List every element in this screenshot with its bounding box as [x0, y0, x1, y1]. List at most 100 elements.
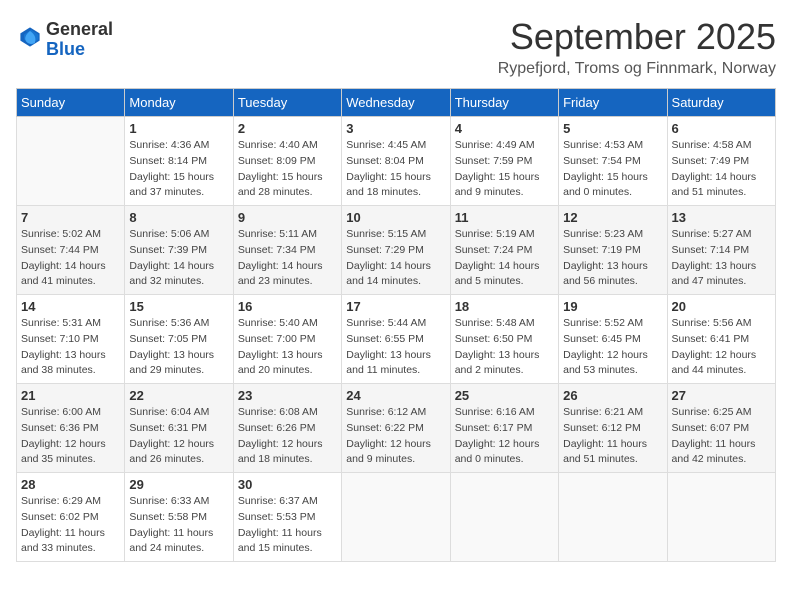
day-number: 27 [672, 388, 771, 403]
calendar-cell: 7 Sunrise: 5:02 AMSunset: 7:44 PMDaylight… [17, 206, 125, 295]
calendar-week-row: 28 Sunrise: 6:29 AMSunset: 6:02 PMDayligh… [17, 473, 776, 562]
calendar-cell: 27 Sunrise: 6:25 AMSunset: 6:07 PMDayligh… [667, 384, 775, 473]
logo-blue: Blue [46, 39, 85, 59]
weekday-header-tuesday: Tuesday [233, 89, 341, 117]
day-number: 15 [129, 299, 228, 314]
day-number: 7 [21, 210, 120, 225]
calendar-cell [667, 473, 775, 562]
weekday-header-sunday: Sunday [17, 89, 125, 117]
day-number: 11 [455, 210, 554, 225]
day-info: Sunrise: 4:40 AMSunset: 8:09 PMDaylight:… [238, 138, 337, 201]
calendar-week-row: 7 Sunrise: 5:02 AMSunset: 7:44 PMDaylight… [17, 206, 776, 295]
location-title: Rypefjord, Troms og Finnmark, Norway [498, 60, 776, 78]
calendar-cell: 20 Sunrise: 5:56 AMSunset: 6:41 PMDayligh… [667, 295, 775, 384]
calendar-cell: 4 Sunrise: 4:49 AMSunset: 7:59 PMDaylight… [450, 117, 558, 206]
calendar-cell: 9 Sunrise: 5:11 AMSunset: 7:34 PMDaylight… [233, 206, 341, 295]
calendar-week-row: 14 Sunrise: 5:31 AMSunset: 7:10 PMDayligh… [17, 295, 776, 384]
day-number: 2 [238, 121, 337, 136]
calendar-table: SundayMondayTuesdayWednesdayThursdayFrid… [16, 88, 776, 562]
calendar-cell: 23 Sunrise: 6:08 AMSunset: 6:26 PMDayligh… [233, 384, 341, 473]
month-title: September 2025 [498, 16, 776, 58]
calendar-cell [17, 117, 125, 206]
calendar-cell: 12Sunrise: 5:23 AMSunset: 7:19 PMDayligh… [559, 206, 667, 295]
day-info: Sunrise: 5:40 AMSunset: 7:00 PMDaylight:… [238, 316, 337, 379]
day-info: Sunrise: 6:33 AMSunset: 5:58 PMDaylight:… [129, 494, 228, 557]
day-info: Sunrise: 5:11 AMSunset: 7:34 PMDaylight:… [238, 227, 337, 290]
calendar-week-row: 21Sunrise: 6:00 AMSunset: 6:36 PMDayligh… [17, 384, 776, 473]
day-info: Sunrise: 5:52 AMSunset: 6:45 PMDaylight:… [563, 316, 662, 379]
day-number: 23 [238, 388, 337, 403]
day-info: Sunrise: 5:56 AMSunset: 6:41 PMDaylight:… [672, 316, 771, 379]
calendar-cell [450, 473, 558, 562]
day-info: Sunrise: 5:36 AMSunset: 7:05 PMDaylight:… [129, 316, 228, 379]
title-area: September 2025 Rypefjord, Troms og Finnm… [498, 16, 776, 78]
calendar-cell: 19Sunrise: 5:52 AMSunset: 6:45 PMDayligh… [559, 295, 667, 384]
day-info: Sunrise: 6:16 AMSunset: 6:17 PMDaylight:… [455, 405, 554, 468]
day-info: Sunrise: 6:08 AMSunset: 6:26 PMDaylight:… [238, 405, 337, 468]
day-info: Sunrise: 4:49 AMSunset: 7:59 PMDaylight:… [455, 138, 554, 201]
calendar-cell: 21Sunrise: 6:00 AMSunset: 6:36 PMDayligh… [17, 384, 125, 473]
logo: General Blue [16, 20, 113, 60]
calendar-body: 1Sunrise: 4:36 AMSunset: 8:14 PMDaylight… [17, 117, 776, 562]
day-number: 18 [455, 299, 554, 314]
calendar-cell: 13 Sunrise: 5:27 AMSunset: 7:14 PMDayligh… [667, 206, 775, 295]
weekday-header-friday: Friday [559, 89, 667, 117]
day-info: Sunrise: 5:31 AMSunset: 7:10 PMDaylight:… [21, 316, 120, 379]
day-number: 30 [238, 477, 337, 492]
calendar-cell [559, 473, 667, 562]
day-number: 3 [346, 121, 445, 136]
calendar-cell: 26Sunrise: 6:21 AMSunset: 6:12 PMDayligh… [559, 384, 667, 473]
day-number: 29 [129, 477, 228, 492]
weekday-header-thursday: Thursday [450, 89, 558, 117]
calendar-cell: 8 Sunrise: 5:06 AMSunset: 7:39 PMDaylight… [125, 206, 233, 295]
day-number: 28 [21, 477, 120, 492]
day-number: 25 [455, 388, 554, 403]
calendar-cell: 22Sunrise: 6:04 AMSunset: 6:31 PMDayligh… [125, 384, 233, 473]
day-info: Sunrise: 4:58 AMSunset: 7:49 PMDaylight:… [672, 138, 771, 201]
calendar-cell: 29 Sunrise: 6:33 AMSunset: 5:58 PMDayligh… [125, 473, 233, 562]
day-info: Sunrise: 4:53 AMSunset: 7:54 PMDaylight:… [563, 138, 662, 201]
calendar-cell: 25 Sunrise: 6:16 AMSunset: 6:17 PMDayligh… [450, 384, 558, 473]
day-info: Sunrise: 5:06 AMSunset: 7:39 PMDaylight:… [129, 227, 228, 290]
logo-general: General [46, 19, 113, 39]
day-number: 20 [672, 299, 771, 314]
calendar-cell: 11 Sunrise: 5:19 AMSunset: 7:24 PMDayligh… [450, 206, 558, 295]
day-number: 16 [238, 299, 337, 314]
day-number: 9 [238, 210, 337, 225]
day-number: 14 [21, 299, 120, 314]
day-number: 10 [346, 210, 445, 225]
calendar-cell: 18Sunrise: 5:48 AMSunset: 6:50 PMDayligh… [450, 295, 558, 384]
day-number: 24 [346, 388, 445, 403]
day-info: Sunrise: 4:36 AMSunset: 8:14 PMDaylight:… [129, 138, 228, 201]
day-info: Sunrise: 5:02 AMSunset: 7:44 PMDaylight:… [21, 227, 120, 290]
calendar-week-row: 1Sunrise: 4:36 AMSunset: 8:14 PMDaylight… [17, 117, 776, 206]
calendar-cell: 30 Sunrise: 6:37 AMSunset: 5:53 PMDayligh… [233, 473, 341, 562]
day-info: Sunrise: 4:45 AMSunset: 8:04 PMDaylight:… [346, 138, 445, 201]
calendar-cell: 14 Sunrise: 5:31 AMSunset: 7:10 PMDayligh… [17, 295, 125, 384]
day-info: Sunrise: 6:00 AMSunset: 6:36 PMDaylight:… [21, 405, 120, 468]
calendar-cell: 17Sunrise: 5:44 AMSunset: 6:55 PMDayligh… [342, 295, 450, 384]
day-info: Sunrise: 6:29 AMSunset: 6:02 PMDaylight:… [21, 494, 120, 557]
weekday-header-wednesday: Wednesday [342, 89, 450, 117]
day-number: 4 [455, 121, 554, 136]
calendar-cell: 24 Sunrise: 6:12 AMSunset: 6:22 PMDayligh… [342, 384, 450, 473]
day-info: Sunrise: 5:44 AMSunset: 6:55 PMDaylight:… [346, 316, 445, 379]
day-info: Sunrise: 5:27 AMSunset: 7:14 PMDaylight:… [672, 227, 771, 290]
calendar-cell: 1Sunrise: 4:36 AMSunset: 8:14 PMDaylight… [125, 117, 233, 206]
weekday-header-saturday: Saturday [667, 89, 775, 117]
day-info: Sunrise: 6:37 AMSunset: 5:53 PMDaylight:… [238, 494, 337, 557]
calendar-cell: 3 Sunrise: 4:45 AMSunset: 8:04 PMDaylight… [342, 117, 450, 206]
day-info: Sunrise: 6:12 AMSunset: 6:22 PMDaylight:… [346, 405, 445, 468]
day-number: 22 [129, 388, 228, 403]
calendar-cell: 16 Sunrise: 5:40 AMSunset: 7:00 PMDayligh… [233, 295, 341, 384]
calendar-cell: 2 Sunrise: 4:40 AMSunset: 8:09 PMDaylight… [233, 117, 341, 206]
calendar-cell [342, 473, 450, 562]
day-info: Sunrise: 6:25 AMSunset: 6:07 PMDaylight:… [672, 405, 771, 468]
day-number: 8 [129, 210, 228, 225]
day-number: 13 [672, 210, 771, 225]
day-info: Sunrise: 5:19 AMSunset: 7:24 PMDaylight:… [455, 227, 554, 290]
day-number: 26 [563, 388, 662, 403]
day-number: 5 [563, 121, 662, 136]
day-info: Sunrise: 5:15 AMSunset: 7:29 PMDaylight:… [346, 227, 445, 290]
calendar-header-row: SundayMondayTuesdayWednesdayThursdayFrid… [17, 89, 776, 117]
